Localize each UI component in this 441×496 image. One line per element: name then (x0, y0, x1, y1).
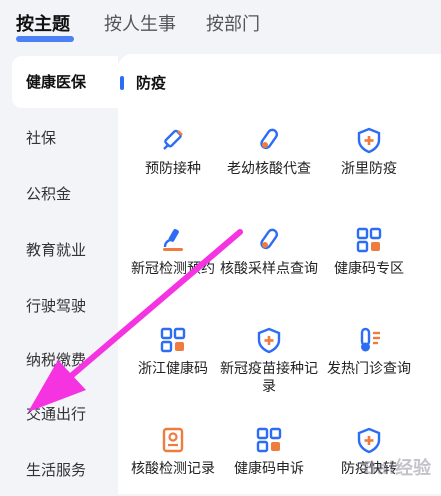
syringe-icon (163, 129, 183, 150)
sidebar: 健康医保 社保 公积金 教育就业 行驶驾驶 纳税缴费 交通出行 生活服务 (0, 52, 118, 488)
sidebar-item-education[interactable]: 教育就业 (0, 224, 118, 276)
service-label: 浙里防疫 (341, 161, 397, 177)
sidebar-item-transport[interactable]: 交通出行 (0, 388, 118, 440)
service-label: 健康码申诉 (234, 461, 304, 477)
test-tube-icon (260, 228, 279, 250)
sidebar-item-driving[interactable]: 行驶驾驶 (0, 280, 118, 332)
active-tab-indicator (16, 36, 74, 42)
sidebar-item-housing-fund[interactable]: 公积金 (0, 168, 118, 220)
service-item[interactable]: 新冠疫苗接种记录 (214, 326, 324, 396)
service-label: 发热门诊查询 (327, 361, 411, 377)
tab-by-life-event[interactable]: 按人生事 (104, 10, 176, 36)
tab-by-department[interactable]: 按部门 (206, 10, 260, 36)
qr-code-icon (160, 327, 186, 353)
shield-plus-icon (357, 127, 381, 154)
service-item[interactable]: 健康码申诉 (214, 426, 324, 478)
category-tabs: 按主题 按人生事 按部门 (0, 0, 441, 52)
service-label: 核酸采样点查询 (220, 261, 318, 277)
id-card-icon (162, 427, 184, 453)
service-item[interactable]: 老幼核酸代查 (214, 126, 324, 178)
sidebar-item-health[interactable]: 健康医保 (12, 56, 118, 108)
watermark: Bai经验 (362, 458, 431, 479)
shield-plus-icon (257, 327, 281, 354)
sidebar-item-life-services[interactable]: 生活服务 (0, 444, 118, 496)
service-item[interactable]: 浙里防疫 (314, 126, 424, 178)
thermometer-icon (360, 327, 380, 352)
microscope-icon (163, 229, 183, 251)
service-label: 核酸检测记录 (131, 461, 215, 477)
service-item[interactable]: 核酸采样点查询 (214, 226, 324, 278)
shield-plus-icon (357, 427, 381, 454)
qr-code-icon (256, 427, 282, 453)
service-label: 预防接种 (145, 161, 201, 177)
service-label: 新冠疫苗接种记录 (220, 361, 318, 395)
service-panel: 防疫 预防接种 老幼核酸代查 浙里防疫 新冠检测预约 核酸采样点查询 健康码专区… (118, 54, 441, 494)
service-label: 浙江健康码 (138, 361, 208, 377)
service-label: 新冠检测预约 (131, 261, 215, 277)
service-item[interactable]: 健康码专区 (314, 226, 424, 278)
service-item[interactable]: 新冠检测预约 (118, 226, 228, 278)
service-item[interactable]: 发热门诊查询 (314, 326, 424, 378)
tab-by-theme[interactable]: 按主题 (16, 10, 70, 36)
section-marker (120, 76, 124, 90)
section-title: 防疫 (136, 74, 167, 92)
test-tube-icon (260, 128, 279, 150)
sidebar-item-social-security[interactable]: 社保 (0, 112, 118, 164)
service-item[interactable]: 浙江健康码 (118, 326, 228, 378)
service-item[interactable]: 预防接种 (118, 126, 228, 178)
service-label: 老幼核酸代查 (227, 161, 311, 177)
service-label: 健康码专区 (334, 261, 404, 277)
service-item[interactable]: 核酸检测记录 (118, 426, 228, 478)
sidebar-item-tax[interactable]: 纳税缴费 (0, 334, 118, 386)
qr-code-icon (356, 227, 382, 253)
